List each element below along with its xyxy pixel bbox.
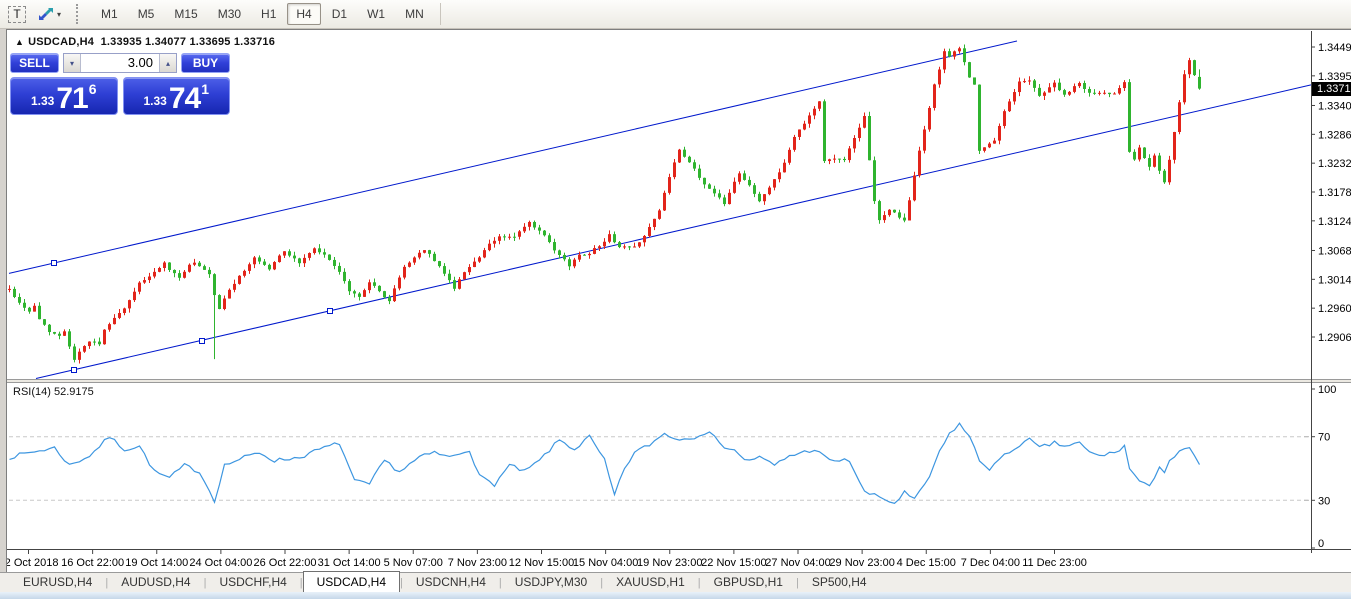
svg-text:4 Dec 15:00: 4 Dec 15:00 (897, 557, 956, 569)
buy-price-pip: 1 (201, 81, 209, 97)
svg-text:22 Nov 15:00: 22 Nov 15:00 (701, 557, 766, 569)
timeframe-button-m1[interactable]: M1 (92, 3, 127, 25)
timeframe-button-m5[interactable]: M5 (129, 3, 164, 25)
chart-symbol-label: USDCAD,H4 (28, 36, 94, 48)
svg-text:27 Nov 04:00: 27 Nov 04:00 (765, 557, 830, 569)
svg-text:1.33400: 1.33400 (1318, 100, 1351, 112)
one-click-top-row: SELL ▾ 3.00 ▴ BUY (10, 53, 230, 73)
volume-spinner: ▾ 3.00 ▴ (63, 53, 177, 73)
channel-handles[interactable] (52, 261, 333, 373)
timeframe-bar: M1M5M15M30H1H4D1W1MN (91, 3, 434, 25)
svg-text:11 Dec 23:00: 11 Dec 23:00 (1022, 557, 1087, 569)
timeframe-button-w1[interactable]: W1 (358, 3, 394, 25)
sell-price-small: 1.33 (31, 94, 54, 108)
rsi-level-lines (9, 437, 1311, 501)
chart-tab-usdchf-h4[interactable]: USDCHF,H4 (206, 573, 299, 592)
chart-window: 1.344951.339551.334001.328601.323201.317… (6, 29, 1351, 573)
date-axis[interactable]: 12 Oct 201816 Oct 22:0019 Oct 14:0024 Oc… (7, 550, 1087, 569)
svg-text:7 Nov 23:00: 7 Nov 23:00 (448, 557, 507, 569)
buy-button[interactable]: BUY (181, 53, 230, 73)
chart-tab-usdcnh-h4[interactable]: USDCNH,H4 (403, 573, 499, 592)
svg-text:100: 100 (1318, 384, 1336, 396)
svg-text:19 Nov 23:00: 19 Nov 23:00 (637, 557, 702, 569)
rsi-axis[interactable]: 100 70 30 0 (1304, 384, 1336, 550)
svg-text:29 Nov 23:00: 29 Nov 23:00 (829, 557, 894, 569)
svg-text:70: 70 (1318, 432, 1330, 444)
chart-ohlc-title: ▲ USDCAD,H4 1.33935 1.34077 1.33695 1.337… (15, 36, 275, 48)
timeframe-button-mn[interactable]: MN (396, 3, 433, 25)
sell-button[interactable]: SELL (10, 53, 59, 73)
buy-price-small: 1.33 (143, 94, 166, 108)
sell-price-big: 71 (56, 86, 87, 112)
svg-text:1.30685: 1.30685 (1318, 245, 1351, 257)
rsi-line (10, 423, 1200, 503)
svg-text:1.32860: 1.32860 (1318, 129, 1351, 141)
svg-text:1.32320: 1.32320 (1318, 158, 1351, 170)
dropdown-caret-icon: ▾ (57, 10, 61, 19)
svg-text:24 Oct 04:00: 24 Oct 04:00 (189, 557, 252, 569)
toolbar: T ▾ M1M5M15M30H1H4D1W1MN (0, 0, 1351, 29)
volume-increase-button[interactable]: ▴ (159, 54, 176, 72)
one-click-price-row: 1.33 71 6 1.33 74 1 (10, 77, 230, 115)
chart-tab-xauusd-h1[interactable]: XAUUSD,H1 (603, 573, 698, 592)
buy-price-box[interactable]: 1.33 74 1 (123, 77, 231, 115)
rsi-name: RSI(14) (13, 386, 51, 398)
svg-text:30: 30 (1318, 495, 1330, 507)
svg-text:12 Oct 2018: 12 Oct 2018 (7, 557, 58, 569)
svg-text:12 Nov 15:00: 12 Nov 15:00 (509, 557, 574, 569)
toolbar-grip[interactable] (76, 4, 85, 24)
svg-text:1.29605: 1.29605 (1318, 303, 1351, 315)
chart-tab-usdcad-h4[interactable]: USDCAD,H4 (303, 571, 400, 592)
svg-text:1.29065: 1.29065 (1318, 332, 1351, 344)
arrows-icon (38, 7, 54, 21)
chart-tab-eurusd-h4[interactable]: EURUSD,H4 (10, 573, 105, 592)
chart-tab-usdjpy-m30[interactable]: USDJPY,M30 (502, 573, 600, 592)
one-click-trading-panel: SELL ▾ 3.00 ▴ BUY 1.33 71 6 1.33 74 1 (10, 53, 230, 116)
chart-ohlc-values: 1.33935 1.34077 1.33695 1.33716 (101, 36, 275, 48)
svg-text:5 Nov 07:00: 5 Nov 07:00 (384, 557, 443, 569)
svg-text:1.30145: 1.30145 (1318, 274, 1351, 286)
buy-price-big: 74 (169, 86, 200, 112)
svg-text:1.34495: 1.34495 (1318, 42, 1351, 54)
timeframe-button-h1[interactable]: H1 (252, 3, 285, 25)
svg-text:26 Oct 22:00: 26 Oct 22:00 (254, 557, 317, 569)
current-price-tag: 1.33716 (1312, 82, 1351, 96)
symbol-up-marker-icon: ▲ (15, 37, 24, 47)
volume-value[interactable]: 3.00 (81, 54, 159, 72)
timeframe-button-m30[interactable]: M30 (209, 3, 250, 25)
mt4-window: T ▾ M1M5M15M30H1H4D1W1MN 1.344951.339551… (0, 0, 1351, 599)
svg-text:1.31780: 1.31780 (1318, 187, 1351, 199)
volume-decrease-button[interactable]: ▾ (64, 54, 81, 72)
chart-tab-bar: EURUSD,H4|AUDUSD,H4|USDCHF,H4|USDCAD,H4|… (0, 572, 1351, 592)
toolbar-separator (440, 3, 441, 25)
sell-price-pip: 6 (89, 81, 97, 97)
svg-text:31 Oct 14:00: 31 Oct 14:00 (318, 557, 381, 569)
svg-text:7 Dec 04:00: 7 Dec 04:00 (961, 557, 1020, 569)
text-tool-button[interactable]: T (4, 3, 30, 25)
rsi-indicator-label: RSI(14) 52.9175 (13, 386, 94, 398)
text-tool-icon: T (8, 6, 25, 23)
status-strip (0, 592, 1351, 599)
arrows-tool-button[interactable]: ▾ (32, 3, 67, 25)
timeframe-button-h4[interactable]: H4 (287, 3, 320, 25)
svg-text:1.31240: 1.31240 (1318, 216, 1351, 228)
chart-tab-sp500-h4[interactable]: SP500,H4 (799, 573, 880, 592)
timeframe-button-d1[interactable]: D1 (323, 3, 356, 25)
svg-text:19 Oct 14:00: 19 Oct 14:00 (125, 557, 188, 569)
svg-text:15 Nov 04:00: 15 Nov 04:00 (573, 557, 638, 569)
timeframe-button-m15[interactable]: M15 (165, 3, 206, 25)
svg-text:0: 0 (1318, 538, 1324, 550)
rsi-value: 52.9175 (54, 386, 94, 398)
chart-tab-audusd-h4[interactable]: AUDUSD,H4 (108, 573, 203, 592)
sell-price-box[interactable]: 1.33 71 6 (10, 77, 118, 115)
svg-text:16 Oct 22:00: 16 Oct 22:00 (61, 557, 124, 569)
chart-tab-gbpusd-h1[interactable]: GBPUSD,H1 (701, 573, 796, 592)
